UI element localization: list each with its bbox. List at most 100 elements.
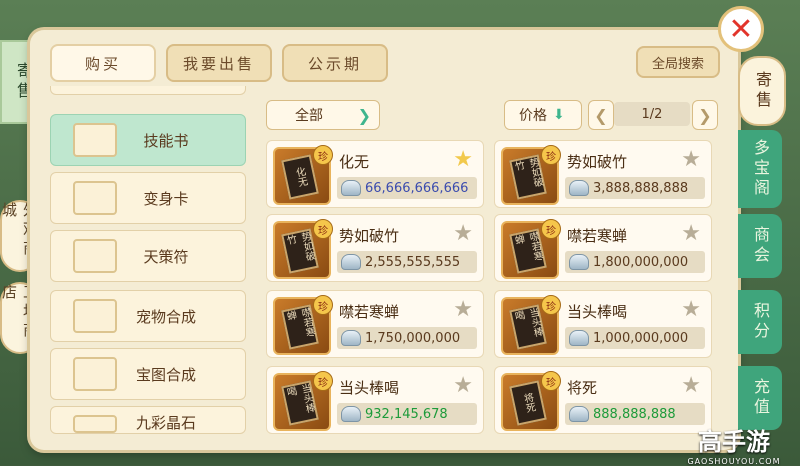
rare-badge: 珍	[541, 219, 561, 239]
item-card[interactable]: 噤若寒蝉珍噤若寒蝉 ★ 1,750,000,000	[266, 290, 484, 358]
item-price: 888,888,888	[593, 406, 676, 422]
rare-badge: 珍	[541, 371, 561, 391]
item-name: 将死	[567, 379, 598, 397]
silver-ingot-icon	[569, 254, 589, 270]
book-cover-text: 势如破竹	[509, 154, 547, 200]
page-indicator: 1/2	[614, 102, 690, 126]
tab-points[interactable]: 积分	[738, 290, 782, 354]
silver-ingot-icon	[341, 254, 361, 270]
card-icon	[73, 181, 117, 215]
tab-publicity[interactable]: 公示期	[282, 44, 388, 82]
item-name: 当头棒喝	[339, 379, 400, 397]
star-icon[interactable]: ★	[453, 373, 473, 398]
category-item[interactable]: 变身卡	[50, 172, 246, 224]
global-search-button[interactable]: 全局搜索	[636, 46, 720, 78]
tab-guild[interactable]: 商会	[738, 214, 782, 278]
star-icon[interactable]: ★	[453, 221, 473, 246]
price-bar: 932,145,678	[337, 403, 477, 425]
item-name: 势如破竹	[339, 227, 400, 245]
close-button[interactable]: ✕	[718, 6, 764, 52]
category-item[interactable]: 技能书	[50, 114, 246, 166]
price-bar: 3,888,888,888	[565, 177, 705, 199]
skill-book-icon: 将死珍	[501, 371, 561, 431]
category-item[interactable]: 宠物合成	[50, 290, 246, 342]
book-cover-text: 噤若寒蝉	[281, 304, 319, 350]
item-card[interactable]: 当头棒喝珍当头棒喝 ★ 1,000,000,000	[494, 290, 712, 358]
item-price: 3,888,888,888	[593, 180, 689, 196]
category-item[interactable]: 九彩晶石	[50, 406, 246, 434]
item-card[interactable]: 势如破竹珍势如破竹 ★ 3,888,888,888	[494, 140, 712, 208]
category-label: 天策符	[143, 247, 189, 266]
watermark: 高手游 GAOSHOUYOU.COM	[687, 428, 781, 466]
price-bar: 66,666,666,666	[337, 177, 477, 199]
item-card[interactable]: 噤若寒蝉珍噤若寒蝉 ★ 1,800,000,000	[494, 214, 712, 282]
category-label: 九彩晶石	[135, 414, 196, 432]
item-price: 932,145,678	[365, 406, 448, 422]
tab-consignment[interactable]: 寄售	[738, 56, 786, 126]
item-card[interactable]: 势如破竹珍势如破竹 ★ 2,555,555,555	[266, 214, 484, 282]
filter-dropdown[interactable]: 全部 ❯	[266, 100, 380, 130]
gem-icon	[73, 415, 117, 433]
rare-badge: 珍	[541, 295, 561, 315]
book-cover-text: 势如破竹	[281, 228, 319, 274]
star-icon[interactable]: ★	[681, 147, 701, 172]
category-item[interactable]: 宝图合成	[50, 348, 246, 400]
prev-page-button[interactable]: ❮	[588, 100, 614, 130]
book-cover-text: 将死	[509, 380, 547, 426]
close-icon: ✕	[728, 11, 754, 47]
item-price: 1,750,000,000	[365, 330, 461, 346]
rare-badge: 珍	[313, 145, 333, 165]
skill-book-icon: 噤若寒蝉珍	[501, 219, 561, 279]
tab-recharge[interactable]: 充值	[738, 366, 782, 430]
item-name: 势如破竹	[567, 153, 628, 171]
star-icon[interactable]: ★	[453, 297, 473, 322]
item-price: 1,800,000,000	[593, 254, 689, 270]
category-item[interactable]: 天策符	[50, 230, 246, 282]
silver-ingot-icon	[341, 180, 361, 196]
chevron-down-icon: ❯	[357, 105, 371, 125]
star-icon[interactable]: ★	[681, 373, 701, 398]
skill-book-icon: 势如破竹珍	[273, 219, 333, 279]
price-bar: 1,000,000,000	[565, 327, 705, 349]
skill-book-icon: 噤若寒蝉珍	[273, 295, 333, 355]
chevron-left-icon: ❮	[594, 105, 608, 125]
star-icon[interactable]: ★	[681, 221, 701, 246]
item-name: 噤若寒蝉	[567, 227, 628, 245]
star-icon[interactable]: ★	[453, 147, 473, 172]
skill-book-icon: 化无珍	[273, 145, 333, 205]
category-label: 宠物合成	[135, 307, 196, 326]
map-icon	[73, 357, 117, 391]
price-sort-button[interactable]: 价格 ⬇	[504, 100, 582, 130]
filter-label: 全部	[295, 108, 323, 124]
skill-book-icon: 势如破竹珍	[501, 145, 561, 205]
next-page-button[interactable]: ❯	[692, 100, 718, 130]
rare-badge: 珍	[313, 371, 333, 391]
scroll-icon	[73, 299, 117, 333]
book-cover-text: 噤若寒蝉	[509, 228, 547, 274]
silver-ingot-icon	[341, 406, 361, 422]
tab-treasure-pavilion[interactable]: 多宝阁	[738, 130, 782, 208]
category-skill-book[interactable]	[50, 86, 246, 95]
skill-book-icon: 当头棒喝珍	[273, 371, 333, 431]
tab-buy[interactable]: 购买	[50, 44, 156, 82]
silver-ingot-icon	[341, 330, 361, 346]
item-name: 化无	[339, 153, 370, 171]
item-name: 当头棒喝	[567, 303, 628, 321]
item-card[interactable]: 当头棒喝珍当头棒喝 ★ 932,145,678	[266, 366, 484, 434]
item-name: 噤若寒蝉	[339, 303, 400, 321]
arrow-down-icon: ⬇	[553, 107, 565, 123]
rare-badge: 珍	[313, 219, 333, 239]
category-label: 变身卡	[143, 189, 189, 208]
book-cover-text: 当头棒喝	[509, 304, 547, 350]
skill-book-icon: 当头棒喝珍	[501, 295, 561, 355]
price-bar: 2,555,555,555	[337, 251, 477, 273]
category-label: 技能书	[143, 131, 189, 150]
rare-badge: 珍	[313, 295, 333, 315]
star-icon[interactable]: ★	[681, 297, 701, 322]
silver-ingot-icon	[569, 406, 589, 422]
tab-sell[interactable]: 我要出售	[166, 44, 272, 82]
book-cover-text: 当头棒喝	[281, 380, 319, 426]
silver-ingot-icon	[569, 180, 589, 196]
item-card[interactable]: 化无珍化无 ★ 66,666,666,666	[266, 140, 484, 208]
chevron-right-icon: ❯	[698, 105, 712, 125]
